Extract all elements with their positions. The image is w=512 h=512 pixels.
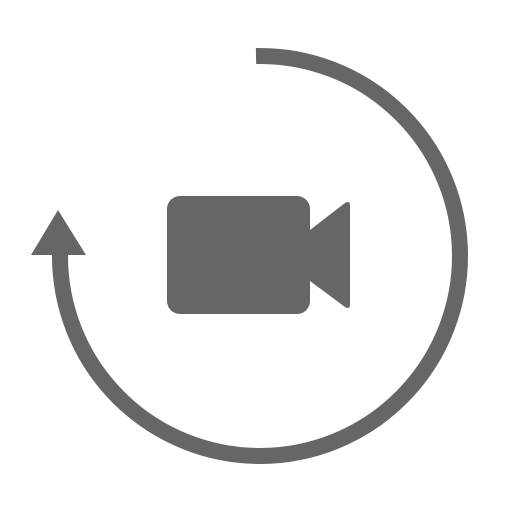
arrow-head [31,210,86,255]
camera-body [167,196,310,314]
rotate-video-icon [0,0,512,512]
video-camera-icon [167,196,350,314]
rotate-video-svg [31,47,468,464]
camera-lens [310,202,350,308]
